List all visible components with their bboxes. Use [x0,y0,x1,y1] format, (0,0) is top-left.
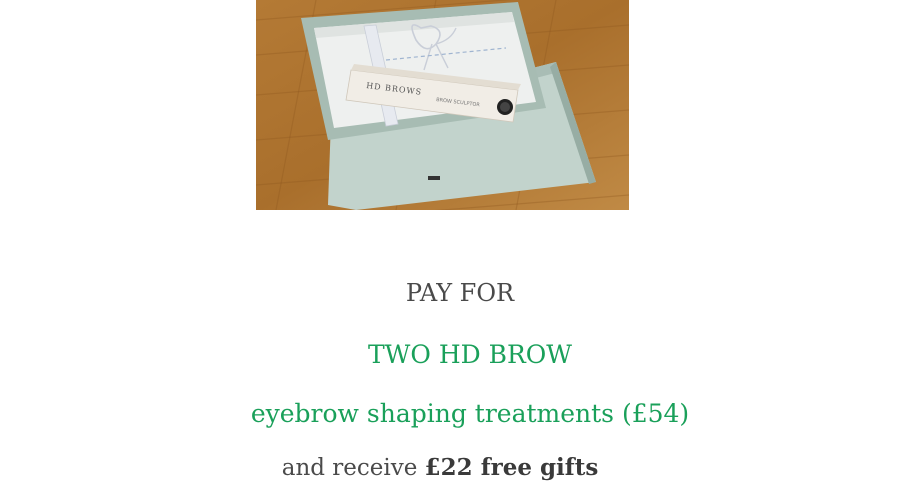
treatment-title: TWO HD BROW [368,340,572,369]
gift-offer-line: and receive £22 free gifts [0,454,890,481]
gift-box-photo: HD BROWS BROW SCULPTOR [256,0,629,210]
treatment-price-line: eyebrow shaping treatments (£54) [250,399,690,428]
gift-offer-prefix: and receive [281,455,425,481]
gift-offer-value: £22 free gifts [424,454,599,481]
pay-for-heading: PAY FOR [405,279,515,307]
promo-page: HD BROWS BROW SCULPTOR PAY FOR TWO HD BR… [0,0,900,500]
